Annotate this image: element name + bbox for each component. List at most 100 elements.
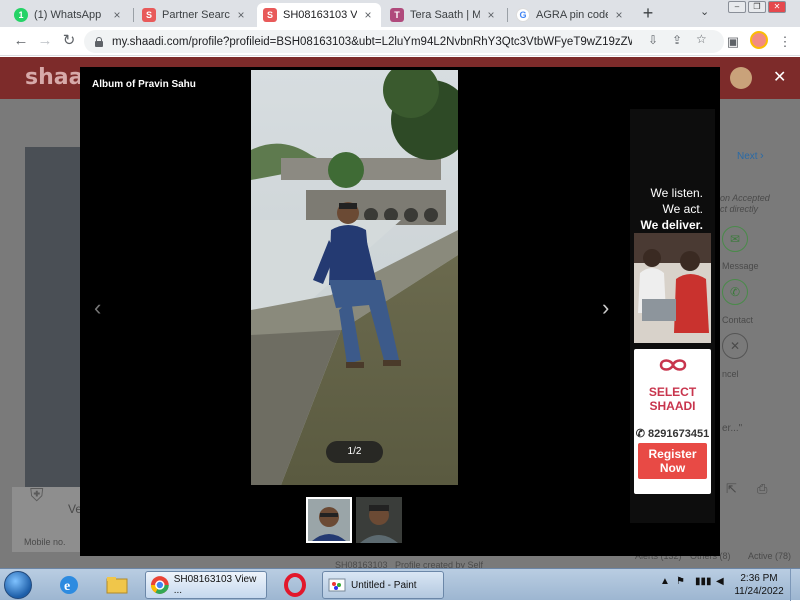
user-avatar[interactable] [730, 67, 752, 89]
lock-icon [94, 36, 104, 47]
paint-taskbar-button[interactable]: Untitled - Paint [322, 571, 444, 599]
tray-expand-icon[interactable]: ▲ [660, 576, 670, 587]
svg-text:e: e [64, 579, 70, 594]
forward-icon[interactable]: → [36, 33, 54, 51]
photo-counter: 1/2 [326, 441, 383, 463]
start-button-icon[interactable] [4, 571, 32, 599]
flag-icon[interactable]: ⚑ [676, 576, 685, 587]
bookmark-star-icon[interactable]: ☆ [696, 32, 707, 46]
minimize-icon[interactable]: ‒ [728, 1, 746, 13]
tab-close-icon[interactable]: × [110, 8, 124, 22]
tab-tera-saath[interactable]: T Tera Saath | Matri × [384, 3, 504, 27]
ad-phone[interactable]: ✆ 8291673451 [634, 427, 711, 440]
share-page-icon[interactable]: ⇱ [726, 481, 737, 497]
url-text: my.shaadi.com/profile?profileid=BSH08163… [112, 35, 632, 48]
tab-label: (1) WhatsApp [34, 9, 102, 21]
reload-icon[interactable]: ↻ [60, 33, 78, 51]
thumbnail-2[interactable] [356, 497, 402, 543]
volume-icon[interactable]: ◀ [716, 576, 724, 587]
share-icon[interactable]: ⇪ [672, 33, 682, 47]
infinity-logo-icon [634, 357, 711, 376]
thumbnail-1[interactable] [306, 497, 352, 543]
browser-toolbar: ← → ↻ my.shaadi.com/profile?profileid=BS… [0, 27, 800, 56]
new-tab-button[interactable]: + [638, 4, 658, 24]
tab-search-icon[interactable]: ⌄ [700, 5, 709, 18]
explorer-taskbar-icon[interactable] [104, 572, 130, 598]
paint-icon [328, 578, 346, 592]
ad-card: SELECT SHAADI ✆ 8291673451 Register Now [634, 349, 711, 494]
tab-separator [133, 8, 134, 22]
phone-icon[interactable]: ✆ [722, 279, 748, 305]
back-icon[interactable]: ← [12, 33, 30, 51]
main-photo-image [251, 70, 458, 485]
tab-active[interactable]: Active (78) [748, 551, 791, 561]
ad-photo-image [634, 233, 711, 343]
profile-photo-bg [25, 147, 85, 487]
windows-taskbar: e SH08163103 View ... Untitled - Paint ▲… [0, 568, 800, 601]
photo-album-modal: Album of Pravin Sahu ‹ › 1/2 We listen. … [80, 67, 720, 556]
prev-photo-icon[interactable]: ‹ [94, 295, 101, 321]
ad-cta-line-2: Now [659, 461, 686, 475]
show-desktop-button[interactable] [790, 569, 800, 601]
terasaath-icon: T [390, 8, 404, 22]
tab-partner-search[interactable]: S Partner Search - F × [136, 3, 254, 27]
tab-label: AGRA pin code - [536, 9, 608, 21]
mobile-label: Mobile no. [24, 537, 66, 547]
ad-brand-line-1: SELECT [648, 385, 697, 399]
opera-taskbar-icon[interactable] [282, 572, 308, 598]
tab-profile-active[interactable]: S SH08163103 View × [257, 3, 381, 27]
tab-close-icon[interactable]: × [234, 8, 248, 22]
profile-avatar-icon[interactable] [750, 31, 768, 49]
ie-taskbar-icon[interactable]: e [56, 572, 82, 598]
cancel-icon[interactable]: ✕ [722, 333, 748, 359]
tab-close-icon[interactable]: × [612, 8, 626, 22]
tab-close-icon[interactable]: × [484, 8, 498, 22]
chevron-right-icon: › [760, 150, 764, 162]
menu-kebab-icon[interactable]: ⋮ [776, 33, 794, 51]
restore-icon[interactable]: ❐ [748, 1, 766, 13]
shield-icon: ⛨ [30, 485, 44, 505]
thumbnail-2-image [356, 497, 402, 543]
ad-headline: We listen. We act. We deliver. [630, 185, 715, 233]
tab-label: SH08163103 View [283, 9, 357, 21]
tab-label: Tera Saath | Matri [410, 9, 480, 21]
cancel-label: ncel [722, 369, 739, 379]
network-icon[interactable]: ▮▮▮ [695, 576, 712, 587]
site-logo[interactable]: shaa [25, 65, 83, 90]
paint-task-label: Untitled - Paint [351, 579, 417, 591]
google-icon: G [516, 8, 530, 22]
print-icon[interactable]: ⎙ [757, 481, 767, 497]
tab-agra-pincode[interactable]: G AGRA pin code - × [510, 3, 632, 27]
next-photo-icon[interactable]: › [602, 295, 609, 321]
ad-register-button[interactable]: Register Now [638, 443, 707, 479]
side-panel-icon[interactable]: ▣ [724, 33, 742, 51]
tab-separator [507, 8, 508, 22]
tab-whatsapp[interactable]: 1 (1) WhatsApp × [8, 3, 130, 27]
ad-line-1: We listen. [650, 186, 703, 200]
close-album-icon[interactable]: ✕ [773, 67, 786, 87]
ad-line-3: We deliver. [640, 218, 703, 232]
install-icon[interactable]: ⇩ [648, 33, 658, 47]
message-icon[interactable]: ✉ [722, 226, 748, 252]
tab-label: Partner Search - F [162, 9, 230, 21]
chrome-taskbar-button[interactable]: SH08163103 View ... [145, 571, 267, 599]
main-photo [251, 70, 458, 485]
chrome-icon [150, 576, 169, 594]
next-link[interactable]: Next [737, 151, 758, 162]
clock-time: 2:36 PM [740, 573, 778, 584]
ad-line-2: We act. [662, 202, 703, 216]
profile-id-label: SH08163103 [335, 560, 388, 568]
quote-text: er..." [722, 423, 743, 434]
shaadi-icon: S [142, 8, 156, 22]
ad-brand: SELECT SHAADI [634, 385, 711, 413]
ad-phone-number: 8291673451 [648, 428, 710, 440]
address-bar[interactable]: my.shaadi.com/profile?profileid=BSH08163… [84, 30, 724, 53]
advertisement[interactable]: We listen. We act. We deliver. SELECT SH… [630, 109, 715, 523]
message-label: Message [722, 261, 759, 271]
close-window-icon[interactable]: ✕ [768, 1, 786, 13]
system-clock[interactable]: 2:36 PM 11/24/2022 [734, 572, 784, 598]
accepted-note-1: on Accepted [720, 193, 770, 203]
album-title: Album of Pravin Sahu [92, 79, 196, 90]
tab-close-icon[interactable]: × [361, 8, 375, 22]
tab-strip: 1 (1) WhatsApp × S Partner Search - F × … [0, 0, 800, 27]
